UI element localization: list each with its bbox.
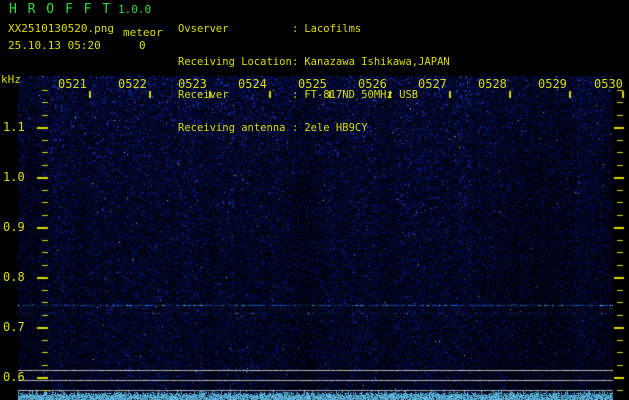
time-label: 0529	[538, 77, 567, 91]
info-separator: :	[292, 23, 299, 35]
time-label: 0526	[358, 77, 387, 91]
time-label: 0524	[238, 77, 267, 91]
freq-label: 0.7	[3, 320, 25, 334]
freq-label: 0.9	[3, 220, 25, 234]
meteor-count: 0	[139, 39, 146, 52]
info-row: Receiving Location: Kanazawa Ishikawa,JAP…	[178, 57, 450, 69]
info-row: Ovserver: Lacofilms	[178, 24, 450, 36]
freq-label: 0.6	[3, 370, 25, 384]
freq-label: 1.1	[3, 120, 25, 134]
time-label: 0523	[178, 77, 207, 91]
time-label: 0522	[118, 77, 147, 91]
info-value: 2ele HB9CY	[304, 122, 368, 134]
time-label: 0527	[418, 77, 447, 91]
app-title: H R O F F T	[9, 2, 112, 17]
info-row: Receiving antenna:2ele HB9CY	[178, 123, 450, 135]
time-label: 0521	[58, 77, 87, 91]
freq-unit-label: kHz	[1, 73, 21, 86]
freq-label: 1.0	[3, 170, 25, 184]
info-separator: :	[292, 122, 299, 134]
freq-label: 0.8	[3, 270, 25, 284]
info-label: Receiving antenna	[178, 122, 286, 134]
output-filename: XX2510130520.png	[8, 22, 114, 35]
info-value: Kanazawa Ishikawa,JAPAN	[304, 56, 450, 68]
info-label: Receiver	[178, 89, 229, 101]
info-row: ReceiverFT-817ND 50MHz USB:FT-817ND 50MH…	[178, 90, 450, 102]
app-version: 1.0.0	[118, 3, 152, 16]
mode-label: meteor	[123, 26, 163, 39]
info-value: Lacofilms	[304, 23, 362, 35]
info-label: Ovserver	[178, 23, 229, 35]
hrofft-window: H R O F F T 1.0.0 XX2510130520.png meteo…	[0, 0, 629, 400]
info-separator: :	[292, 56, 299, 68]
time-label: 0530	[594, 77, 623, 91]
time-label: 0525	[298, 77, 327, 91]
info-label: Receiving Location	[178, 56, 292, 68]
time-label: 0528	[478, 77, 507, 91]
datetime-label: 25.10.13 05:20	[8, 39, 101, 52]
